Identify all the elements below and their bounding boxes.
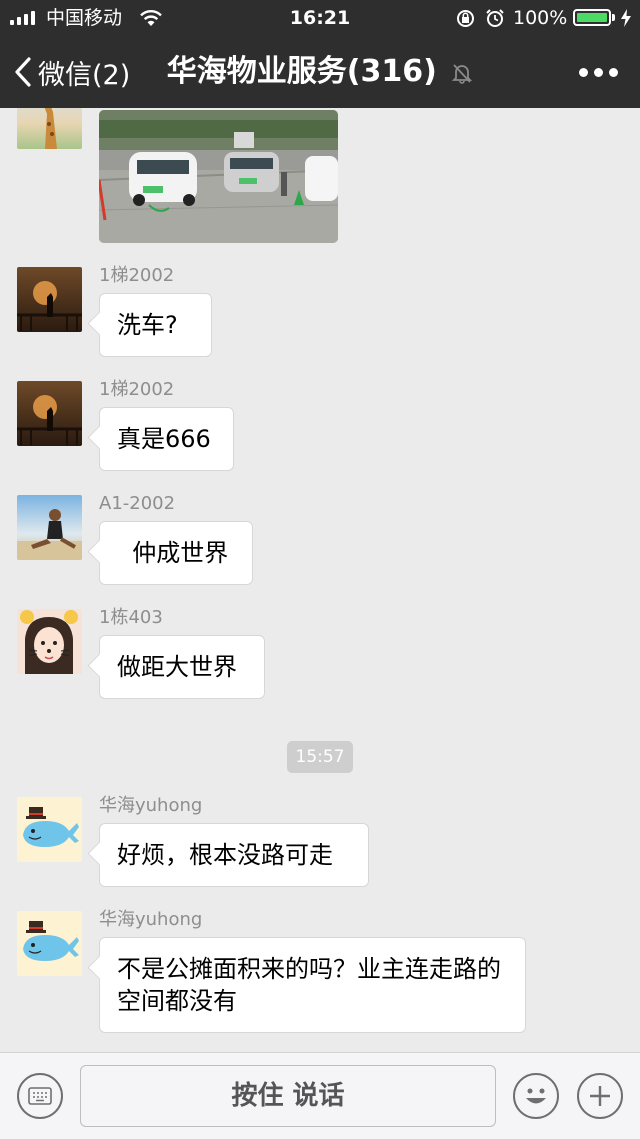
alarm-icon bbox=[486, 9, 504, 27]
chat-title-text: 华海物业服务(316) bbox=[166, 54, 437, 89]
avatar[interactable] bbox=[17, 495, 82, 560]
avatar[interactable] bbox=[17, 609, 82, 674]
battery-tip bbox=[612, 14, 615, 21]
message-bubble[interactable]: 不是公摊面积来的吗？业主连走路的空间都没有 bbox=[99, 937, 526, 1033]
giraffe-avatar-image bbox=[44, 108, 57, 149]
sender-name: 华海yuhong bbox=[99, 795, 203, 816]
message-bubble[interactable]: 好烦，根本没路可走 bbox=[99, 823, 369, 887]
more-dot bbox=[594, 68, 603, 77]
plus-icon bbox=[590, 1086, 610, 1106]
keyboard-icon bbox=[28, 1087, 52, 1105]
hold-to-talk-button[interactable]: 按住 说话 bbox=[80, 1065, 496, 1127]
mute-bell-icon bbox=[452, 64, 473, 84]
battery-icon bbox=[573, 9, 611, 26]
sender-name: 1梯2002 bbox=[99, 265, 175, 286]
more-dot bbox=[579, 68, 588, 77]
keyboard-toggle-button[interactable] bbox=[17, 1073, 63, 1119]
avatar[interactable] bbox=[17, 267, 82, 332]
top-bar: 中国移动 16:21 100% 微信(2) 华海物业服务(316) bbox=[0, 0, 640, 108]
avatar[interactable] bbox=[17, 797, 82, 862]
more-button[interactable] bbox=[579, 68, 618, 77]
battery-percent: 100% bbox=[513, 7, 568, 29]
rotation-lock-icon bbox=[457, 10, 474, 27]
whale-avatar-image bbox=[23, 807, 79, 847]
message-bubble[interactable]: 真是666 bbox=[99, 407, 234, 471]
status-bar: 中国移动 16:21 100% bbox=[0, 0, 640, 36]
sunset-person-avatar-image bbox=[17, 281, 82, 331]
chat-title: 华海物业服务(316) bbox=[0, 50, 640, 94]
message-bubble[interactable]: 做距大世界 bbox=[99, 635, 265, 699]
sender-name: 华海yuhong bbox=[99, 909, 203, 930]
emoji-button[interactable] bbox=[513, 1073, 559, 1119]
girl-with-bear-ears-avatar-image bbox=[20, 610, 78, 674]
chat-message-list[interactable]: 1梯2002 洗车? 1梯2002 真是666 A1-2002 仲成世界 1栋4… bbox=[0, 108, 640, 1052]
more-functions-button[interactable] bbox=[577, 1073, 623, 1119]
sunset-person-avatar-image bbox=[17, 395, 82, 445]
whale-avatar-image bbox=[23, 921, 79, 961]
more-dot bbox=[609, 68, 618, 77]
emoji-icon bbox=[526, 1088, 546, 1104]
charging-bolt-icon bbox=[621, 9, 631, 27]
message-bubble[interactable]: 仲成世界 bbox=[99, 521, 253, 585]
sender-name: 1梯2002 bbox=[99, 379, 175, 400]
input-bar: 按住 说话 bbox=[0, 1052, 640, 1139]
parking-lot-photo bbox=[99, 110, 338, 243]
message-bubble[interactable]: 洗车? bbox=[99, 293, 212, 357]
message-timestamp: 15:57 bbox=[287, 741, 353, 773]
sender-name: A1-2002 bbox=[99, 493, 176, 514]
navigation-bar: 微信(2) 华海物业服务(316) bbox=[0, 36, 640, 108]
avatar[interactable] bbox=[17, 108, 82, 149]
message-photo[interactable] bbox=[99, 110, 338, 243]
sender-name: 1栋403 bbox=[99, 607, 163, 628]
avatar[interactable] bbox=[17, 911, 82, 976]
beach-person-avatar-image bbox=[17, 509, 82, 560]
avatar[interactable] bbox=[17, 381, 82, 446]
